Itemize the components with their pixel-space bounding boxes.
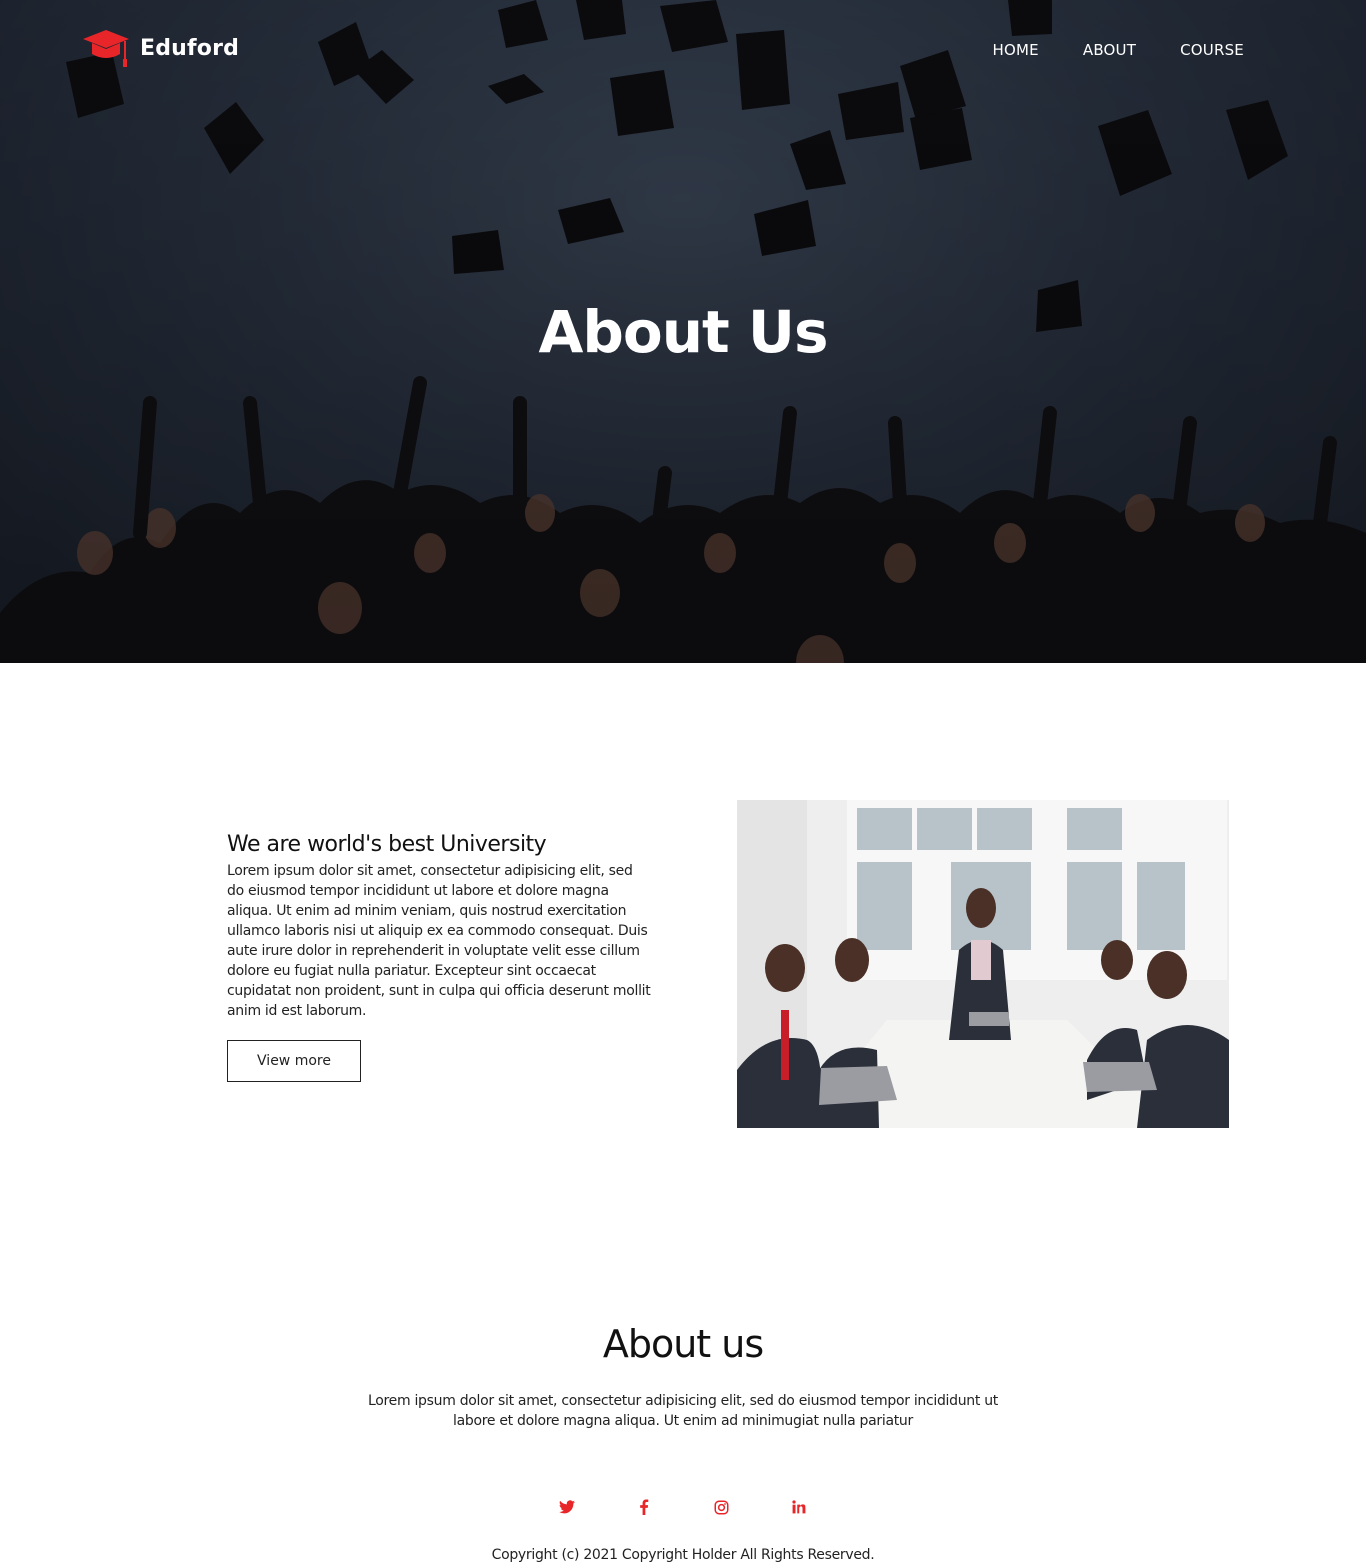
brand-logo[interactable]: Eduford [82,26,239,70]
about-section: We are world's best University Lorem ips… [227,832,652,1082]
graduation-cap-icon [83,30,129,67]
hero-banner: Eduford HOME ABOUT COURSE About Us [0,0,1366,663]
main-nav: HOME ABOUT COURSE [993,41,1244,59]
nav-item-about[interactable]: ABOUT [1083,41,1136,59]
about-text: Lorem ipsum dolor sit amet, consectetur … [227,863,651,1019]
twitter-icon[interactable] [557,1497,577,1517]
nav-item-course[interactable]: COURSE [1180,41,1244,59]
social-links [0,1497,1366,1519]
footer-title: About us [602,1322,764,1366]
footer-text: Lorem ipsum dolor sit amet, consectetur … [368,1393,998,1429]
brand-name: Eduford [140,35,240,61]
instagram-icon[interactable] [711,1497,731,1517]
nav-item-home[interactable]: HOME [993,41,1039,59]
meeting-photo [737,800,1229,1128]
page-title: About Us [538,298,828,366]
linkedin-icon[interactable] [789,1497,809,1517]
about-heading: We are world's best University [227,832,547,857]
view-more-button[interactable]: View more [227,1040,361,1082]
copyright-text: Copyright (c) 2021 Copyright Holder All … [491,1547,875,1563]
facebook-icon[interactable] [634,1497,654,1517]
